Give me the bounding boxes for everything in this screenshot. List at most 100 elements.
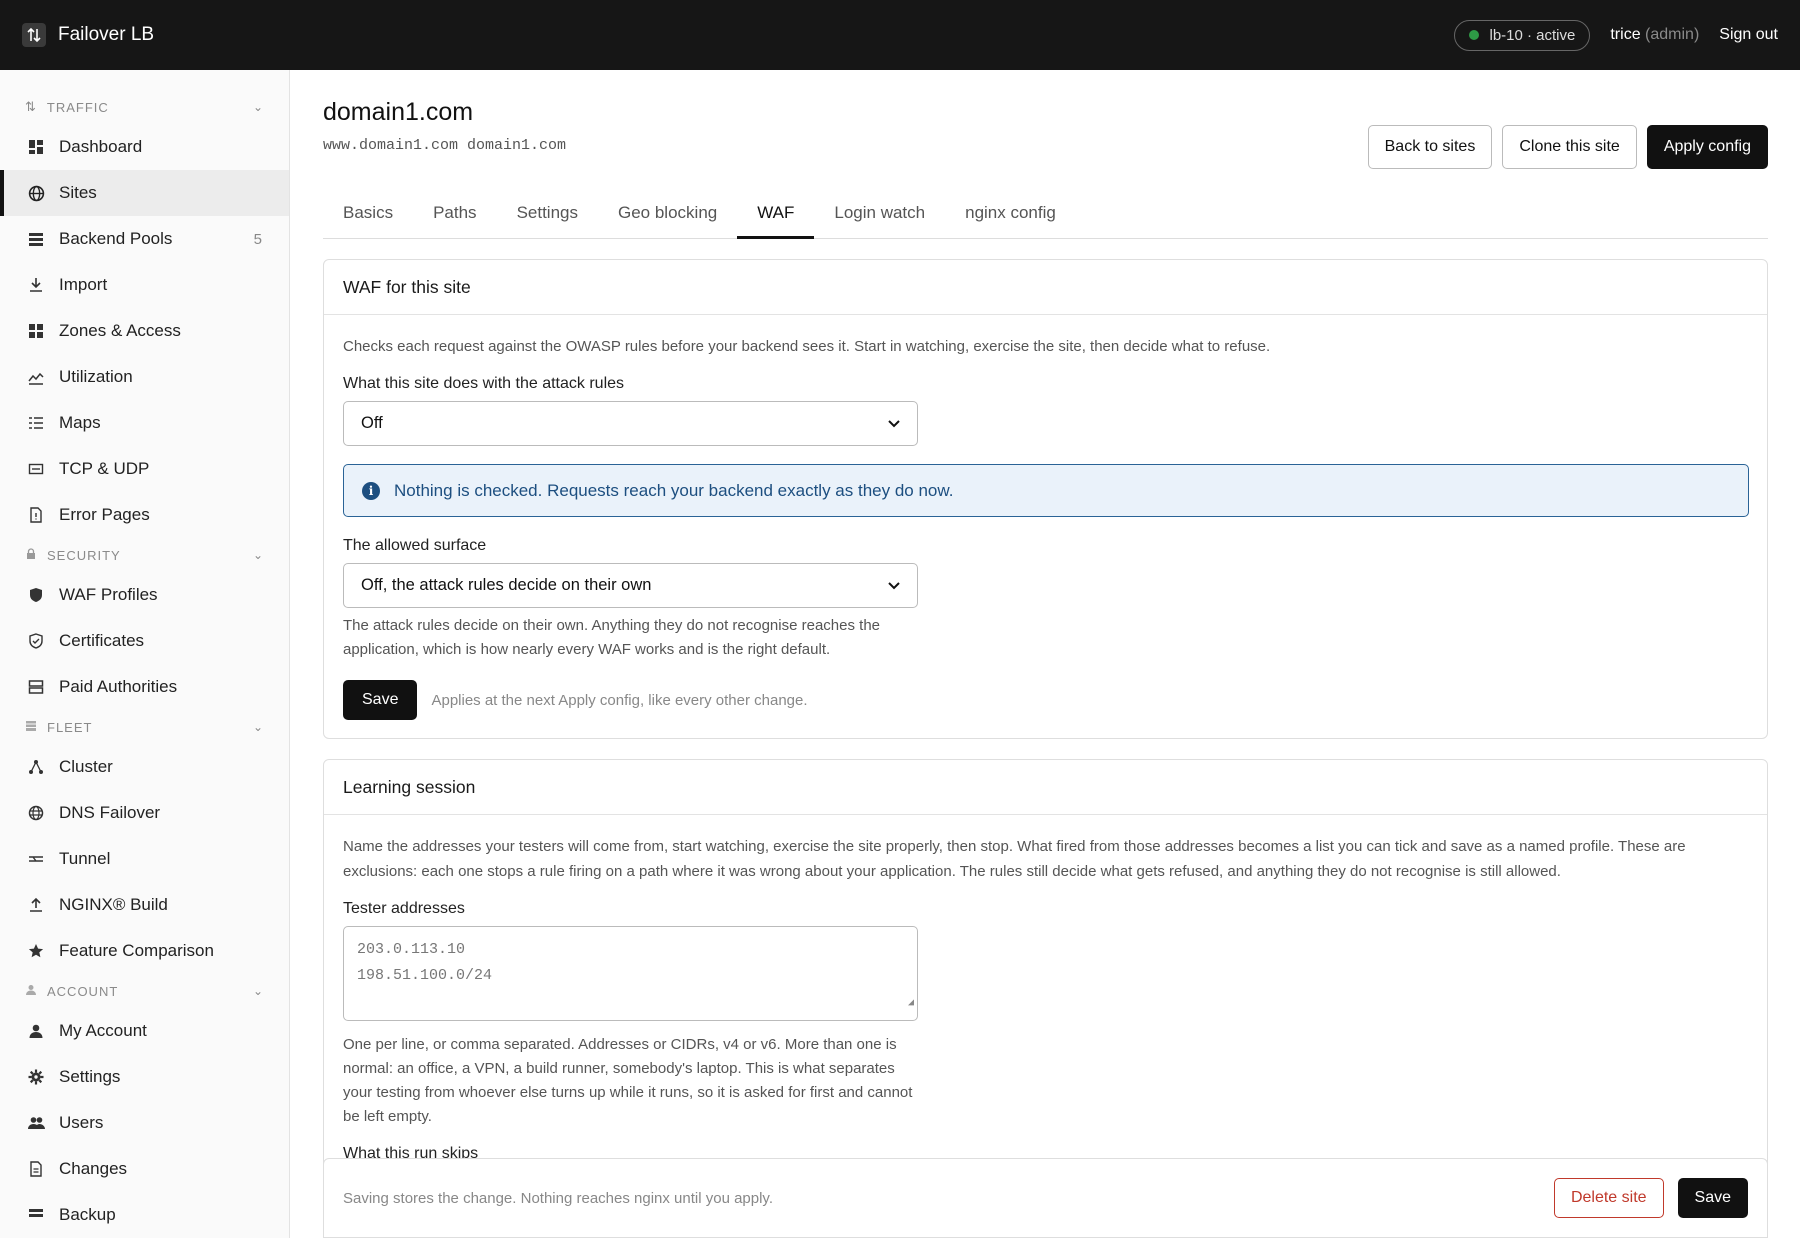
info-icon: i — [362, 481, 380, 500]
sidebar-item-cluster[interactable]: Cluster — [0, 744, 289, 790]
sidebar-item-label: Cluster — [59, 757, 113, 776]
sidebar-item-label: Settings — [59, 1067, 121, 1086]
sidebar-item-certificates[interactable]: Certificates — [0, 618, 289, 664]
app-name: Failover LB — [58, 24, 155, 45]
chevron-down-icon: ⌄ — [252, 100, 264, 114]
sidebar-item-label: Backend Pools — [59, 229, 173, 248]
section-account[interactable]: ACCOUNT ⌄ — [0, 974, 289, 1008]
status-text: lb-10 · active — [1489, 26, 1576, 44]
star-icon — [27, 942, 45, 960]
delete-site-button[interactable]: Delete site — [1553, 1178, 1664, 1218]
tab-paths[interactable]: Paths — [413, 195, 496, 239]
sidebar-item-label: Changes — [59, 1159, 128, 1178]
waf-mode-select[interactable]: Off — [343, 401, 918, 446]
save-note: Applies at the next Apply config, like e… — [431, 691, 808, 709]
sidebar-item-dns-failover[interactable]: DNS Failover — [0, 790, 289, 836]
sidebar-item-feature-comparison[interactable]: Feature Comparison — [0, 928, 289, 974]
tab-login-watch[interactable]: Login watch — [814, 195, 945, 239]
sidebar-item-users[interactable]: Users — [0, 1100, 289, 1146]
globe-icon — [27, 184, 45, 202]
status-badge: lb-10 · active — [1454, 19, 1591, 51]
sidebar-item-dashboard[interactable]: Dashboard — [0, 124, 289, 170]
lock-icon — [25, 547, 37, 563]
testers-label: Tester addresses — [343, 900, 465, 917]
tab-geo-blocking[interactable]: Geo blocking — [598, 195, 737, 239]
username: trice — [1610, 26, 1641, 43]
chevron-down-icon: ⌄ — [252, 548, 264, 562]
select-value: Off, the attack rules decide on their ow… — [361, 576, 652, 594]
tester-addresses-input[interactable]: 203.0.113.10 198.51.100.0/24 ◢ — [343, 926, 918, 1021]
sidebar-item-import[interactable]: Import — [0, 262, 289, 308]
info-alert: i Nothing is checked. Requests reach you… — [343, 464, 1749, 517]
sidebar-item-label: Certificates — [59, 631, 145, 650]
users-icon — [27, 1114, 45, 1132]
sign-out-link[interactable]: Sign out — [1719, 26, 1778, 44]
tab-waf[interactable]: WAF — [737, 195, 815, 239]
sidebar-item-label: My Account — [59, 1021, 147, 1040]
tab-basics[interactable]: Basics — [323, 195, 413, 239]
import-icon — [27, 276, 45, 294]
section-title: TRAFFIC — [46, 99, 109, 115]
sidebar-item-tcp-udp[interactable]: TCP & UDP — [0, 446, 289, 492]
sidebar-item-nginx-build[interactable]: NGINX® Build — [0, 882, 289, 928]
sidebar-item-zones-access[interactable]: Zones & Access — [0, 308, 289, 354]
section-fleet[interactable]: FLEET ⌄ — [0, 710, 289, 744]
section-security[interactable]: SECURITY ⌄ — [0, 538, 289, 572]
footer-save-button[interactable]: Save — [1677, 1178, 1748, 1218]
main-content: domain1.com www.domain1.com domain1.com … — [291, 70, 1800, 1238]
sidebar-item-changes[interactable]: Changes — [0, 1146, 289, 1192]
back-to-sites-button[interactable]: Back to sites — [1367, 125, 1493, 169]
sidebar-item-label: Import — [59, 275, 108, 294]
sidebar-item-waf-profiles[interactable]: WAF Profiles — [0, 572, 289, 618]
sidebar-item-backup[interactable]: Backup — [0, 1192, 289, 1238]
document-icon — [27, 1160, 45, 1178]
brand[interactable]: Failover LB — [22, 23, 154, 47]
sidebar-item-error-pages[interactable]: Error Pages — [0, 492, 289, 538]
waf-description: Checks each request against the OWASP ru… — [343, 338, 1271, 355]
traffic-icon: ⇅ — [25, 99, 37, 114]
sidebar-item-my-account[interactable]: My Account — [0, 1008, 289, 1054]
sidebar-item-label: Paid Authorities — [59, 677, 178, 696]
tab-nginx-config[interactable]: nginx config — [945, 195, 1076, 239]
card-title: WAF for this site — [324, 260, 1767, 315]
sidebar-item-label: Utilization — [59, 367, 133, 386]
surface-help: The attack rules decide on their own. An… — [343, 617, 880, 658]
testers-help: One per line, or comma separated. Addres… — [343, 1036, 913, 1125]
cluster-icon — [27, 758, 45, 776]
page-title: domain1.com — [323, 98, 474, 126]
sidebar-item-sites[interactable]: Sites — [0, 170, 289, 216]
sidebar-item-settings[interactable]: Settings — [0, 1054, 289, 1100]
learning-card: Learning session Name the addresses your… — [323, 759, 1768, 1190]
sidebar-item-utilization[interactable]: Utilization — [0, 354, 289, 400]
placeholder-line: 203.0.113.10 — [357, 941, 466, 958]
apply-config-button[interactable]: Apply config — [1646, 125, 1768, 169]
section-title: SECURITY — [47, 547, 121, 563]
resize-handle-icon[interactable]: ◢ — [908, 991, 914, 1017]
user-menu[interactable]: trice (admin) — [1610, 26, 1699, 44]
sidebar-item-maps[interactable]: Maps — [0, 400, 289, 446]
waf-save-button[interactable]: Save — [343, 680, 418, 720]
placeholder-line: 198.51.100.0/24 — [357, 967, 493, 984]
clone-site-button[interactable]: Clone this site — [1502, 125, 1637, 169]
status-dot-icon — [1469, 30, 1480, 40]
sidebar-item-backend-pools[interactable]: Backend Pools 5 — [0, 216, 289, 262]
backup-icon — [27, 1206, 45, 1224]
server-icon — [27, 230, 45, 248]
surface-label: The allowed surface — [343, 537, 487, 554]
section-traffic[interactable]: ⇅ TRAFFIC ⌄ — [0, 90, 289, 124]
chevron-down-icon — [888, 416, 900, 431]
section-title: FLEET — [47, 719, 93, 735]
sidebar-item-label: Sites — [59, 183, 97, 202]
footer-bar: Saving stores the change. Nothing reache… — [323, 1158, 1768, 1238]
sidebar-item-label: Error Pages — [59, 505, 150, 524]
shield-check-icon — [27, 632, 45, 650]
top-bar: Failover LB lb-10 · active trice (admin)… — [0, 0, 1800, 70]
tab-settings[interactable]: Settings — [497, 195, 598, 239]
sidebar-item-paid-authorities[interactable]: Paid Authorities — [0, 664, 289, 710]
learning-description: Name the addresses your testers will com… — [343, 838, 1686, 880]
sidebar: ⇅ TRAFFIC ⌄ Dashboard Sites Backend Pool… — [0, 70, 290, 1238]
chart-icon — [27, 368, 45, 386]
sidebar-item-tunnel[interactable]: Tunnel — [0, 836, 289, 882]
tunnel-icon — [27, 850, 45, 868]
allowed-surface-select[interactable]: Off, the attack rules decide on their ow… — [343, 563, 918, 608]
